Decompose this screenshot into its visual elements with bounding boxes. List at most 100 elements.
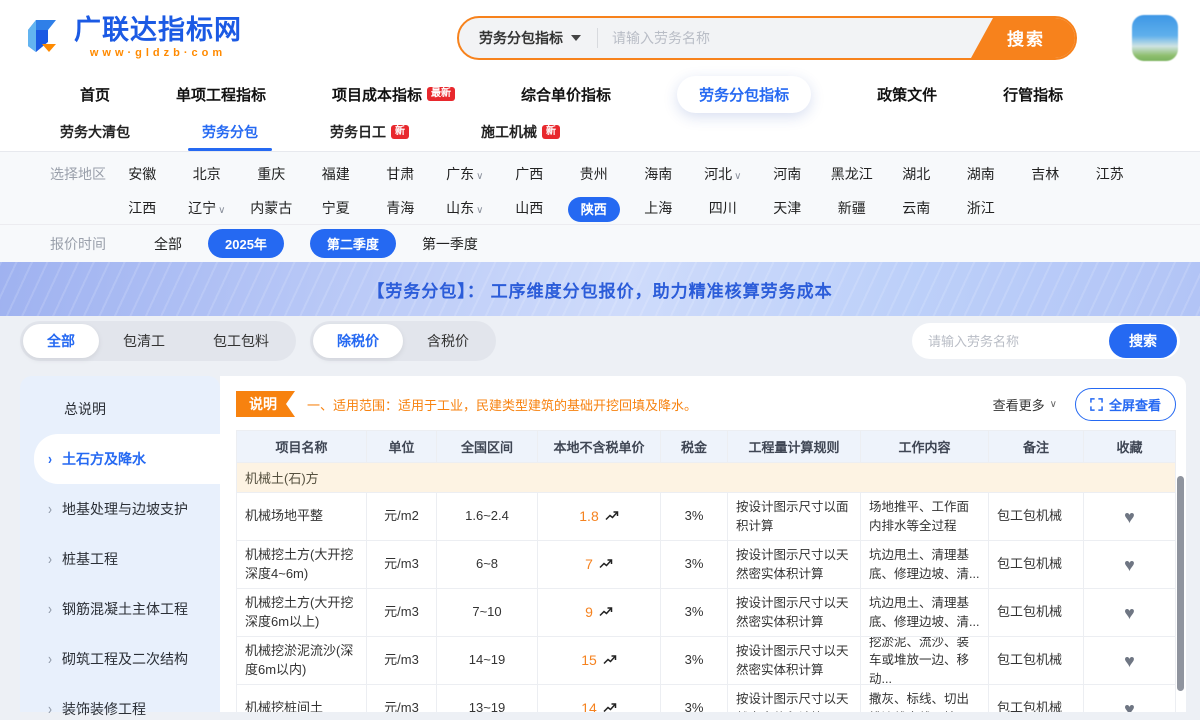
fullscreen-icon xyxy=(1090,398,1103,411)
nav-item-single-project[interactable]: 单项工程指标 xyxy=(176,84,266,105)
quote-q1[interactable]: 第一季度 xyxy=(422,234,478,254)
region-qinghai[interactable]: 青海 xyxy=(368,198,433,218)
content-area: 总说明 › 土石方及降水 › 地基处理与边坡支护 › 桩基工程 › 钢筋混凝土主… xyxy=(0,366,1200,712)
sidebar-item-reinforced-concrete[interactable]: › 钢筋混凝土主体工程 xyxy=(20,584,220,634)
region-fujian[interactable]: 福建 xyxy=(304,164,369,184)
region-gansu[interactable]: 甘肃 xyxy=(368,164,433,184)
note-text: 一、适用范围：适用于工业，民建类型建筑的基础开挖回填及降水。 xyxy=(307,395,981,414)
filter-baoqinggong[interactable]: 包清工 xyxy=(99,324,189,358)
sidebar-item-foundation-treatment[interactable]: › 地基处理与边坡支护 xyxy=(20,484,220,534)
table-scrollbar[interactable] xyxy=(1177,476,1184,691)
region-shaanxi-selected[interactable]: 陕西 xyxy=(562,199,627,218)
region-neimenggu[interactable]: 内蒙古 xyxy=(239,198,304,218)
quote-year-2025[interactable]: 2025年 xyxy=(208,229,284,258)
promo-banner: 【劳务分包】： 工序维度分包报价，助力精准核算劳务成本 xyxy=(0,262,1200,316)
sidebar-item-pile-foundation[interactable]: › 桩基工程 xyxy=(20,534,220,584)
logo-title: 广联达指标网 xyxy=(74,17,242,44)
subnav-labor-daily[interactable]: 劳务日工 新 xyxy=(330,113,409,151)
chevron-right-icon: › xyxy=(48,650,52,668)
list-search-input[interactable] xyxy=(928,334,1109,349)
region-ningxia[interactable]: 宁夏 xyxy=(304,198,369,218)
region-hubei[interactable]: 湖北 xyxy=(884,164,949,184)
region-heilongjiang[interactable]: 黑龙江 xyxy=(820,164,885,184)
search-category-dropdown[interactable]: 劳务分包指标 xyxy=(459,18,597,58)
region-beijing[interactable]: 北京 xyxy=(175,164,240,184)
region-jiangxi[interactable]: 江西 xyxy=(110,198,175,218)
sub-nav: 劳务大清包 劳务分包 劳务日工 新 施工机械 新 xyxy=(0,113,1200,152)
nav-item-home[interactable]: 首页 xyxy=(80,84,110,105)
region-shanghai[interactable]: 上海 xyxy=(626,198,691,218)
fullscreen-button[interactable]: 全屏查看 xyxy=(1075,388,1176,421)
region-yunnan[interactable]: 云南 xyxy=(884,198,949,218)
region-liaoning[interactable]: 辽宁∨ xyxy=(175,198,240,218)
scope-filter-group: 全部 包清工 包工包料 xyxy=(20,321,296,361)
view-more-button[interactable]: 查看更多 ∨ xyxy=(993,395,1057,414)
table-group-row: 机械土(石)方 xyxy=(237,463,1175,493)
favorite-heart-icon[interactable]: ♥ xyxy=(1124,508,1135,526)
table-row: 机械挖淤泥流沙(深度6m以内) 元/m3 14~19 15 3% 按设计图示尺寸… xyxy=(237,637,1175,685)
region-anhui[interactable]: 安徽 xyxy=(110,164,175,184)
subnav-construction-machinery[interactable]: 施工机械 新 xyxy=(481,113,560,151)
banner-text: 【劳务分包】： 工序维度分包报价，助力精准核算劳务成本 xyxy=(367,277,832,302)
sidebar-item-general-notes[interactable]: 总说明 xyxy=(20,384,220,434)
sidebar-item-masonry[interactable]: › 砌筑工程及二次结构 xyxy=(20,634,220,684)
favorite-heart-icon[interactable]: ♥ xyxy=(1124,556,1135,574)
site-logo[interactable]: 广联达指标网 www·gldzb·com xyxy=(22,17,242,59)
chevron-down-icon: ∨ xyxy=(734,171,741,182)
table-row: 机械场地平整 元/m2 1.6~2.4 1.8 3% 按设计图示尺寸以面积计算 … xyxy=(237,493,1175,541)
favorite-heart-icon[interactable]: ♥ xyxy=(1124,652,1135,670)
nav-item-industry-index[interactable]: 行管指标 xyxy=(1003,84,1063,105)
region-sichuan[interactable]: 四川 xyxy=(691,198,756,218)
nav-item-policy[interactable]: 政策文件 xyxy=(877,84,937,105)
region-shandong[interactable]: 山东∨ xyxy=(433,198,498,218)
filter-ex-tax[interactable]: 除税价 xyxy=(313,324,403,358)
nav-item-project-cost[interactable]: 项目成本指标 最新 xyxy=(332,84,455,105)
favorite-heart-icon[interactable]: ♥ xyxy=(1124,604,1135,622)
quote-all[interactable]: 全部 xyxy=(154,234,182,254)
user-avatar[interactable] xyxy=(1132,15,1178,61)
note-row: 说明 一、适用范围：适用于工业，民建类型建筑的基础开挖回填及降水。 查看更多 ∨… xyxy=(236,388,1176,420)
region-hainan[interactable]: 海南 xyxy=(626,164,691,184)
region-guangxi[interactable]: 广西 xyxy=(497,164,562,184)
region-hebei[interactable]: 河北∨ xyxy=(691,164,756,184)
category-sidebar: 总说明 › 土石方及降水 › 地基处理与边坡支护 › 桩基工程 › 钢筋混凝土主… xyxy=(20,376,220,712)
trend-up-icon xyxy=(605,510,619,522)
region-label: 选择地区 xyxy=(0,164,110,184)
region-tianjin[interactable]: 天津 xyxy=(755,198,820,218)
header-search-bar: 劳务分包指标 搜索 xyxy=(457,16,1077,60)
region-shanxi[interactable]: 山西 xyxy=(497,198,562,218)
region-guangdong[interactable]: 广东∨ xyxy=(433,164,498,184)
quote-time-row: 报价时间 全部 2025年 第二季度 第一季度 xyxy=(0,224,1200,262)
region-hunan[interactable]: 湖南 xyxy=(949,164,1014,184)
sidebar-item-earthwork[interactable]: › 土石方及降水 xyxy=(34,434,220,484)
region-xinjiang[interactable]: 新疆 xyxy=(820,198,885,218)
nav-item-composite-price[interactable]: 综合单价指标 xyxy=(521,84,611,105)
trend-up-icon xyxy=(603,654,617,666)
region-chongqing[interactable]: 重庆 xyxy=(239,164,304,184)
favorite-heart-icon[interactable]: ♥ xyxy=(1124,700,1135,713)
filter-row: 全部 包清工 包工包料 除税价 含税价 搜索 xyxy=(0,316,1200,366)
sidebar-item-decoration[interactable]: › 装饰装修工程 xyxy=(20,684,220,720)
region-jilin[interactable]: 吉林 xyxy=(1013,164,1078,184)
subnav-labor-qingbao[interactable]: 劳务大清包 xyxy=(60,113,130,151)
region-jiangsu[interactable]: 江苏 xyxy=(1078,164,1143,184)
filter-baogongbaoliao[interactable]: 包工包料 xyxy=(189,324,293,358)
quote-q2[interactable]: 第二季度 xyxy=(310,229,396,258)
region-zhejiang[interactable]: 浙江 xyxy=(949,198,1014,218)
filter-inc-tax[interactable]: 含税价 xyxy=(403,324,493,358)
header-search-button[interactable]: 搜索 xyxy=(993,18,1075,58)
new-badge: 最新 xyxy=(427,87,455,101)
main-nav: 首页 单项工程指标 项目成本指标 最新 综合单价指标 劳务分包指标 政策文件 行… xyxy=(0,75,1200,113)
subnav-labor-subcontract[interactable]: 劳务分包 xyxy=(202,113,258,151)
region-guizhou[interactable]: 贵州 xyxy=(562,164,627,184)
header-search-input[interactable] xyxy=(598,18,971,58)
nav-item-labor-subcontract[interactable]: 劳务分包指标 xyxy=(677,76,811,113)
trend-up-icon xyxy=(599,606,613,618)
search-button-slant xyxy=(971,18,993,58)
chevron-right-icon: › xyxy=(48,450,52,468)
filter-all[interactable]: 全部 xyxy=(23,324,99,358)
table-row: 机械挖桩间土 元/m3 13~19 14 3% 按设计图示尺寸以天然密实体积计算… xyxy=(237,685,1175,712)
region-henan[interactable]: 河南 xyxy=(755,164,820,184)
list-search-button[interactable]: 搜索 xyxy=(1109,324,1177,358)
region-section: 选择地区 安徽 北京 重庆 福建 甘肃 广东∨ 广西 贵州 海南 河北∨ 河南 … xyxy=(0,152,1200,224)
